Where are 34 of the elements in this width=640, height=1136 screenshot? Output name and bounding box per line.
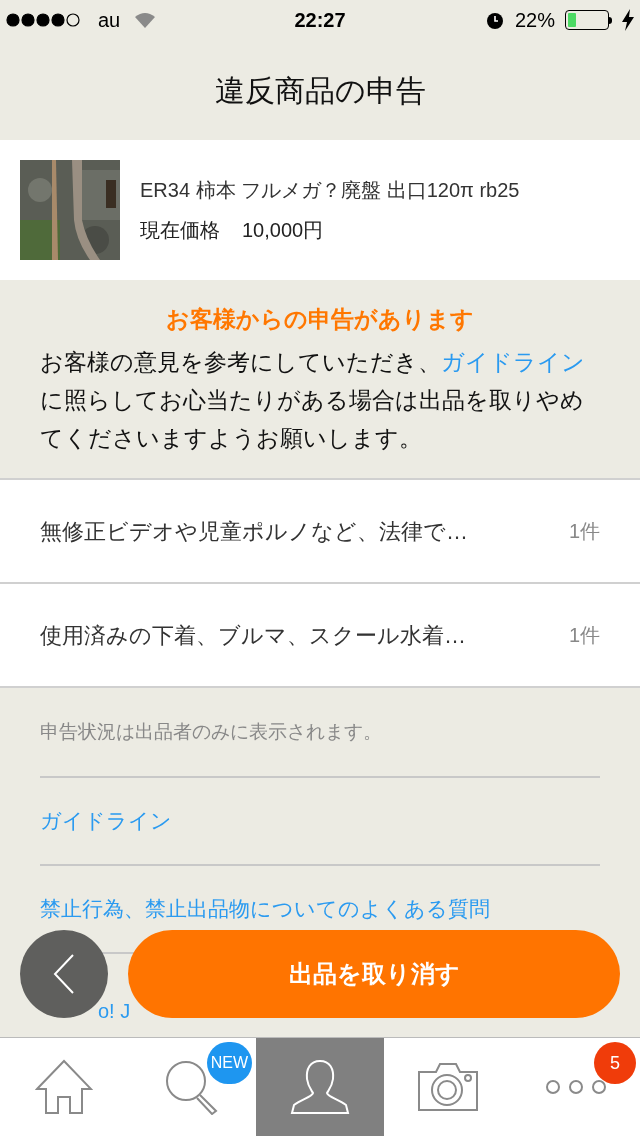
battery-percent: 22% [514,8,555,33]
tab-badge: NEW [206,1042,252,1084]
page-title: 違反商品の申告 [214,72,426,109]
more-icon [545,1079,607,1095]
report-count: 1件 [568,623,600,648]
report-count: 1件 [568,519,600,544]
report-reason: 使用済みの下着、ブルマ、スクール水着… [40,621,466,650]
tab-badge: 5 [594,1042,636,1084]
help-link[interactable]: 禁止行為、禁止出品物についてのよくある質問 [40,893,490,925]
help-link[interactable]: o! J [98,1000,131,1022]
report-reason: 無修正ビデオや児童ポルノなど、法律で… [40,517,468,546]
charging-icon [622,9,634,31]
report-row[interactable]: 使用済みの下着、ブルマ、スクール水着… 1件 [0,582,640,686]
chevron-left-icon [53,954,75,994]
cancel-listing-button[interactable]: 出品を取り消す [128,930,620,1018]
alarm-icon [484,10,505,30]
price-label: 現在価格 [140,218,220,243]
signal-icon [6,13,82,27]
guideline-link[interactable]: ガイドライン [441,348,585,375]
carrier-name: au [98,8,121,33]
notice-text: お客様の意見を参考にしていただき、ガイドライン に照らしてお心当たりがある場合は出品を取りやめてくださいますようお願いします。 [40,347,586,453]
notice-heading: お客様からの申告があります [165,305,475,334]
help-link[interactable]: ガイドライン [40,805,172,837]
report-row[interactable]: 無修正ビデオや児童ポルノなど、法律で… 1件 [0,478,640,582]
clock-time: 22:27 [294,8,346,33]
person-icon [290,1059,350,1115]
product-title: ER34 柿本 フルメガ？廃盤 出口120π rb25 [140,178,520,203]
battery-icon [565,10,612,30]
visibility-note: 申告状況は出品者のみに表示されます。 [40,719,382,744]
camera-icon [418,1062,478,1112]
price-value: 10,000円 [242,218,324,243]
wifi-icon [134,12,157,28]
tab-bar-item[interactable] [256,1038,384,1136]
home-icon [35,1059,93,1115]
